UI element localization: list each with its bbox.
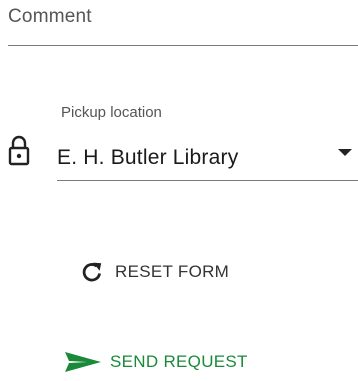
send-icon — [64, 350, 102, 374]
comment-label: Comment — [8, 6, 92, 27]
refresh-icon — [80, 260, 104, 284]
dropdown-arrow-icon — [338, 149, 352, 156]
select-underline — [57, 180, 358, 181]
pickup-location-label: Pickup location — [61, 104, 162, 121]
send-request-label: SEND REQUEST — [110, 352, 248, 371]
reset-form-button[interactable]: RESET FORM — [80, 258, 229, 286]
send-request-button[interactable]: SEND REQUEST — [64, 348, 248, 376]
lock-icon — [8, 134, 30, 172]
comment-field[interactable]: Comment — [8, 0, 358, 46]
pickup-location-select[interactable]: Pickup location E. H. Butler Library — [57, 92, 358, 182]
reset-form-label: RESET FORM — [115, 262, 230, 281]
pickup-location-value: E. H. Butler Library — [57, 146, 239, 169]
